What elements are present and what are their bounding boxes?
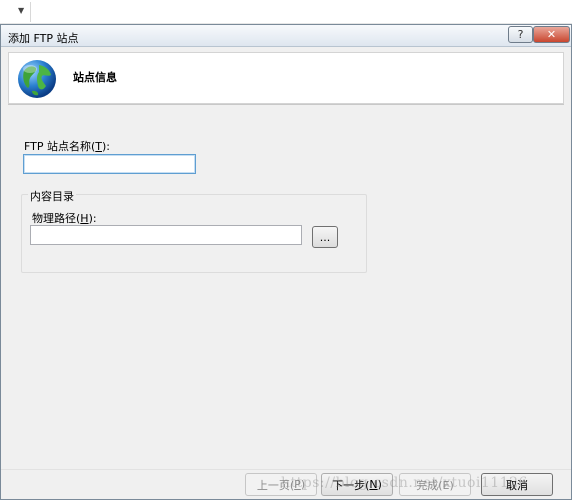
background-window-toolbar: ▼ bbox=[0, 0, 572, 24]
physical-path-label: 物理路径(H): bbox=[32, 212, 97, 225]
cancel-button[interactable]: 取消 bbox=[481, 473, 553, 496]
globe-icon bbox=[18, 60, 56, 98]
wizard-banner: 站点信息 bbox=[8, 52, 564, 104]
content-directory-title: 内容目录 bbox=[28, 188, 76, 204]
finish-button[interactable]: 完成(E) bbox=[399, 473, 471, 496]
physical-path-input[interactable] bbox=[30, 225, 302, 245]
dialog-titlebar[interactable]: 添加 FTP 站点 ? ✕ bbox=[1, 25, 571, 47]
add-ftp-site-dialog: 添加 FTP 站点 ? ✕ 站点信息 FTP 站点名称(T): 内容目录 物理路… bbox=[0, 24, 572, 500]
browse-button[interactable]: ... bbox=[312, 226, 338, 248]
dialog-title: 添加 FTP 站点 bbox=[8, 32, 79, 45]
footer-divider bbox=[1, 469, 571, 470]
help-icon: ? bbox=[517, 28, 524, 41]
site-name-label: FTP 站点名称(T): bbox=[24, 140, 111, 153]
close-button[interactable]: ✕ bbox=[533, 26, 570, 43]
dropdown-arrow-icon[interactable]: ▼ bbox=[18, 6, 24, 15]
banner-divider bbox=[8, 104, 564, 105]
banner-heading: 站点信息 bbox=[73, 71, 117, 84]
help-button[interactable]: ? bbox=[508, 26, 533, 43]
previous-button[interactable]: 上一页(P) bbox=[245, 473, 317, 496]
site-name-input[interactable] bbox=[23, 154, 196, 174]
close-icon: ✕ bbox=[546, 28, 557, 41]
toolbar-divider bbox=[30, 2, 31, 22]
next-button[interactable]: 下一步(N) bbox=[321, 473, 393, 496]
browse-button-label: ... bbox=[319, 230, 331, 244]
